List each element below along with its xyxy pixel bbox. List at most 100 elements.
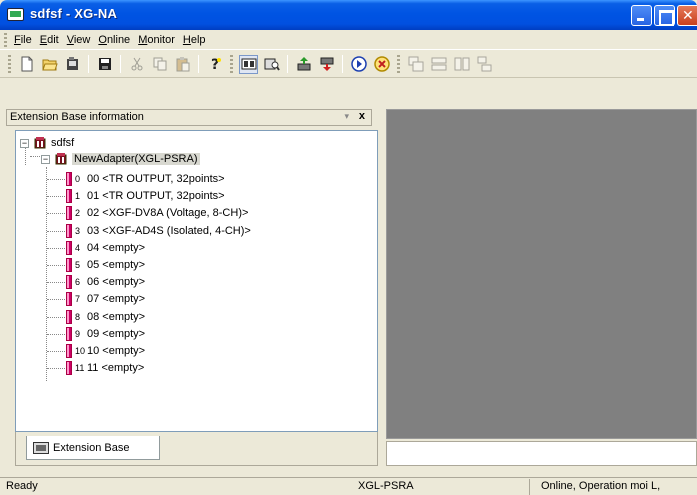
slot-number: 6 [75,277,81,288]
tree-slot[interactable]: 8 08 <empty> [66,309,145,325]
slot-label: 10 <empty> [87,345,146,357]
window-tile-horizontal-button[interactable] [429,55,448,74]
upload-button[interactable] [294,55,313,74]
collapse-adapter-icon[interactable]: − [41,154,50,164]
tree-slot[interactable]: 2 02 <XGF-DV8A (Voltage, 8-CH)> [66,205,248,221]
menu-help[interactable]: Help [181,34,212,46]
save-icon [98,58,111,70]
tree-slot[interactable]: 0 00 <TR OUTPUT, 32points> [66,171,225,187]
menu-online-label: nline [106,33,131,46]
slot-label: 05 <empty> [87,259,146,271]
tree-root[interactable]: − sdfsf [20,135,74,151]
tree-slot[interactable]: 10 10 <empty> [66,343,145,359]
menu-file[interactable]: File [12,34,38,46]
tree-connector [47,265,65,266]
tree-connector [47,247,65,249]
adapter-icon [55,153,67,165]
tree-connector [46,167,47,381]
window-title: sdfsf - XG-NA [30,6,118,21]
slot-label: 01 <TR OUTPUT, 32points> [87,190,225,203]
menu-monitor[interactable]: Monitor [136,34,181,46]
menu-file-label: ile [20,33,32,46]
tree-slot[interactable]: 7 07 <empty> [66,291,145,307]
close-button[interactable] [677,5,697,26]
slot-module-icon [66,309,72,324]
copy-button[interactable] [150,55,169,74]
paste-icon [176,57,189,72]
tree-connector [47,230,65,232]
toolbar-separator [120,55,121,73]
menu-view[interactable]: View [65,34,97,46]
base-icon [34,137,46,149]
cut-button[interactable] [127,55,146,74]
slot-label: 08 <empty> [87,310,146,323]
help-button[interactable]: ? [205,55,224,74]
tree-slot[interactable]: 4 04 <empty> [66,240,145,256]
extension-base-tree[interactable]: − sdfsf − NewAdapter(XGL-PSRA) 0 00 <TR O… [15,130,378,432]
tree-slot[interactable]: 3 03 <XGF-AD4S (Isolated, 4-CH)> [66,223,251,239]
window-cascade-button[interactable] [406,55,425,74]
slot-number: 9 [75,328,81,339]
status-bar: Ready XGL-PSRA Online, Operation moi L, [0,477,697,495]
toolbar-grip[interactable] [8,55,11,73]
panel-title: Extension Base information [10,111,144,123]
window-tile-vertical-button[interactable] [452,55,471,74]
minimize-button[interactable] [631,5,652,26]
connect-button[interactable] [349,55,368,74]
disconnect-button[interactable] [372,55,391,74]
open-project-button[interactable] [63,55,82,74]
toolbar-grip[interactable] [397,55,400,73]
menu-help-accel: H [182,33,191,46]
maximize-button[interactable] [654,5,675,26]
menu-monitor-accel: M [138,33,148,46]
toolbar-separator [198,55,199,73]
panel-pin-icon[interactable]: ▾ [344,111,349,122]
slot-number: 0 [75,174,81,184]
open-file-button[interactable] [40,55,59,74]
extension-base-view-button[interactable] [239,54,258,74]
tree-adapter[interactable]: − NewAdapter(XGL-PSRA) [41,151,200,167]
toolbar-grip[interactable] [230,55,233,73]
module-search-icon [264,58,280,71]
menubar-grip[interactable] [4,32,7,47]
slot-module-icon [66,361,72,376]
tree-slot[interactable]: 1 01 <TR OUTPUT, 32points> [66,188,225,204]
panel-close-button[interactable]: x [359,110,365,122]
tree-slot[interactable]: 9 09 <empty> [66,326,145,342]
status-adapter: XGL-PSRA [358,480,414,492]
slot-label: 02 <XGF-DV8A (Voltage, 8-CH)> [87,207,249,220]
title-bar[interactable]: sdfsf - XG-NA [0,0,697,30]
tile-vertical-icon [454,57,469,71]
mdi-workspace[interactable] [386,109,697,439]
tree-slot[interactable]: 6 06 <empty> [66,274,145,290]
tree-adapter-label: NewAdapter(XGL-PSRA) [72,153,200,165]
arrange-icons-button[interactable] [475,55,494,74]
copy-icon [153,57,166,71]
output-pane[interactable] [386,441,697,466]
toolbar: ? [0,51,697,78]
slot-label: 09 <empty> [87,327,146,340]
slot-label: 11 <empty> [87,362,145,375]
slot-number: 4 [75,242,81,253]
tree-slot[interactable]: 5 05 <empty> [66,257,145,273]
menu-file-accel: F [14,33,21,46]
menu-edit[interactable]: Edit [38,34,65,46]
paste-button[interactable] [173,55,192,74]
module-view-button[interactable] [262,55,281,74]
menu-monitor-label: onitor [147,33,175,46]
tree-connector [47,299,65,301]
menu-online[interactable]: Online [96,34,136,46]
tab-extension-base[interactable]: Extension Base [26,436,160,460]
collapse-root-icon[interactable]: − [20,138,29,148]
tree-slot[interactable]: 11 11 <empty> [66,360,144,376]
toolbar-separator [287,55,288,73]
open-folder-icon [41,59,58,71]
status-divider [529,479,530,495]
panel-header: Extension Base information ▾ x [6,109,372,126]
disconnect-icon [373,56,390,72]
tree-connector [47,368,65,370]
save-button[interactable] [95,55,114,74]
slot-module-icon [66,275,72,290]
download-button[interactable] [317,55,336,74]
new-file-button[interactable] [17,55,36,74]
